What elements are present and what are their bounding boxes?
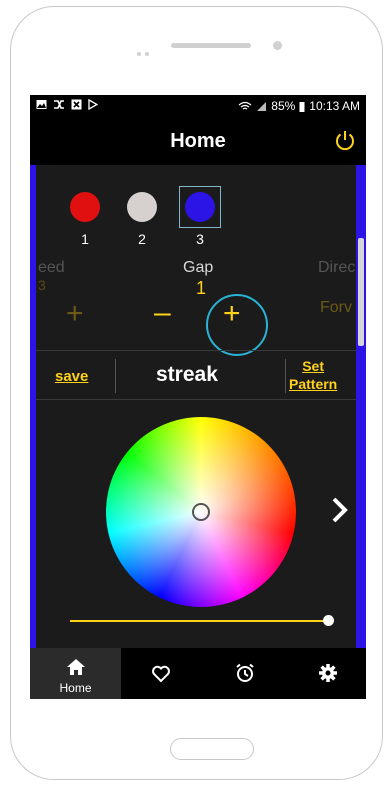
- nav-home-label: Home: [59, 681, 92, 695]
- app-screen: 85% 10:13 AM Home 1 2 3 eed Gap Direc 3 …: [30, 95, 366, 699]
- battery-percent: 85%: [271, 99, 296, 113]
- scrollbar[interactable]: [358, 238, 364, 346]
- chevron-right-icon[interactable]: [328, 495, 352, 525]
- gap-plus-button[interactable]: +: [223, 297, 241, 331]
- swatch-label-1: 1: [81, 231, 89, 247]
- sensor-dots: [137, 43, 153, 61]
- speed-value: 3: [38, 277, 46, 293]
- gap-minus-button[interactable]: –: [154, 296, 171, 330]
- direction-label: Direc: [318, 259, 356, 276]
- bottom-nav: Home: [30, 648, 366, 699]
- page-title: Home: [170, 130, 226, 152]
- left-color-edge: [30, 165, 36, 648]
- image-icon: [36, 100, 47, 109]
- save-button[interactable]: save: [55, 368, 88, 385]
- settings-icon[interactable]: [318, 663, 338, 683]
- nav-home[interactable]: Home: [30, 648, 121, 699]
- app-bar: Home: [30, 117, 366, 165]
- wifi-icon: [238, 101, 252, 109]
- speed-label: eed: [38, 259, 65, 276]
- front-camera: [273, 41, 282, 50]
- play-icon: [88, 99, 98, 110]
- gap-label: Gap: [183, 259, 214, 276]
- main-content: 1 2 3 eed Gap Direc 3 1 Forv + – + save …: [30, 165, 366, 648]
- swatch-label-2: 2: [138, 231, 146, 247]
- direction-value: Forv: [320, 299, 352, 316]
- battery-icon: [299, 101, 305, 112]
- hardware-home-button[interactable]: [170, 738, 254, 760]
- pattern-name: streak: [156, 363, 218, 386]
- x-box-icon: [71, 99, 82, 110]
- set-pattern-line1: Set: [302, 358, 325, 374]
- signal-icon: [257, 101, 267, 111]
- brightness-slider[interactable]: [70, 620, 328, 622]
- color-wheel-handle[interactable]: [192, 503, 210, 521]
- status-bar: 85% 10:13 AM: [30, 95, 366, 117]
- alarm-icon[interactable]: [235, 663, 255, 683]
- pattern-bar: save streak Set Pattern: [36, 350, 356, 400]
- shuffle-icon: [54, 100, 64, 109]
- color-swatch-2[interactable]: [127, 192, 157, 222]
- speaker-grille: [171, 43, 251, 48]
- set-pattern-line2: Pattern: [289, 376, 338, 392]
- heart-icon[interactable]: [151, 664, 171, 684]
- color-swatch-3[interactable]: [185, 192, 215, 222]
- color-swatch-1[interactable]: [70, 192, 100, 222]
- speed-plus-button[interactable]: +: [66, 297, 84, 331]
- power-icon[interactable]: [334, 129, 356, 151]
- brightness-slider-thumb[interactable]: [323, 615, 334, 626]
- divider-right: [285, 359, 286, 393]
- home-icon: [67, 659, 85, 675]
- clock: 10:13 AM: [309, 99, 360, 113]
- gap-value: 1: [196, 278, 207, 298]
- set-pattern-button[interactable]: Set Pattern: [289, 357, 337, 393]
- divider-left: [115, 359, 116, 393]
- swatch-label-3: 3: [196, 231, 204, 247]
